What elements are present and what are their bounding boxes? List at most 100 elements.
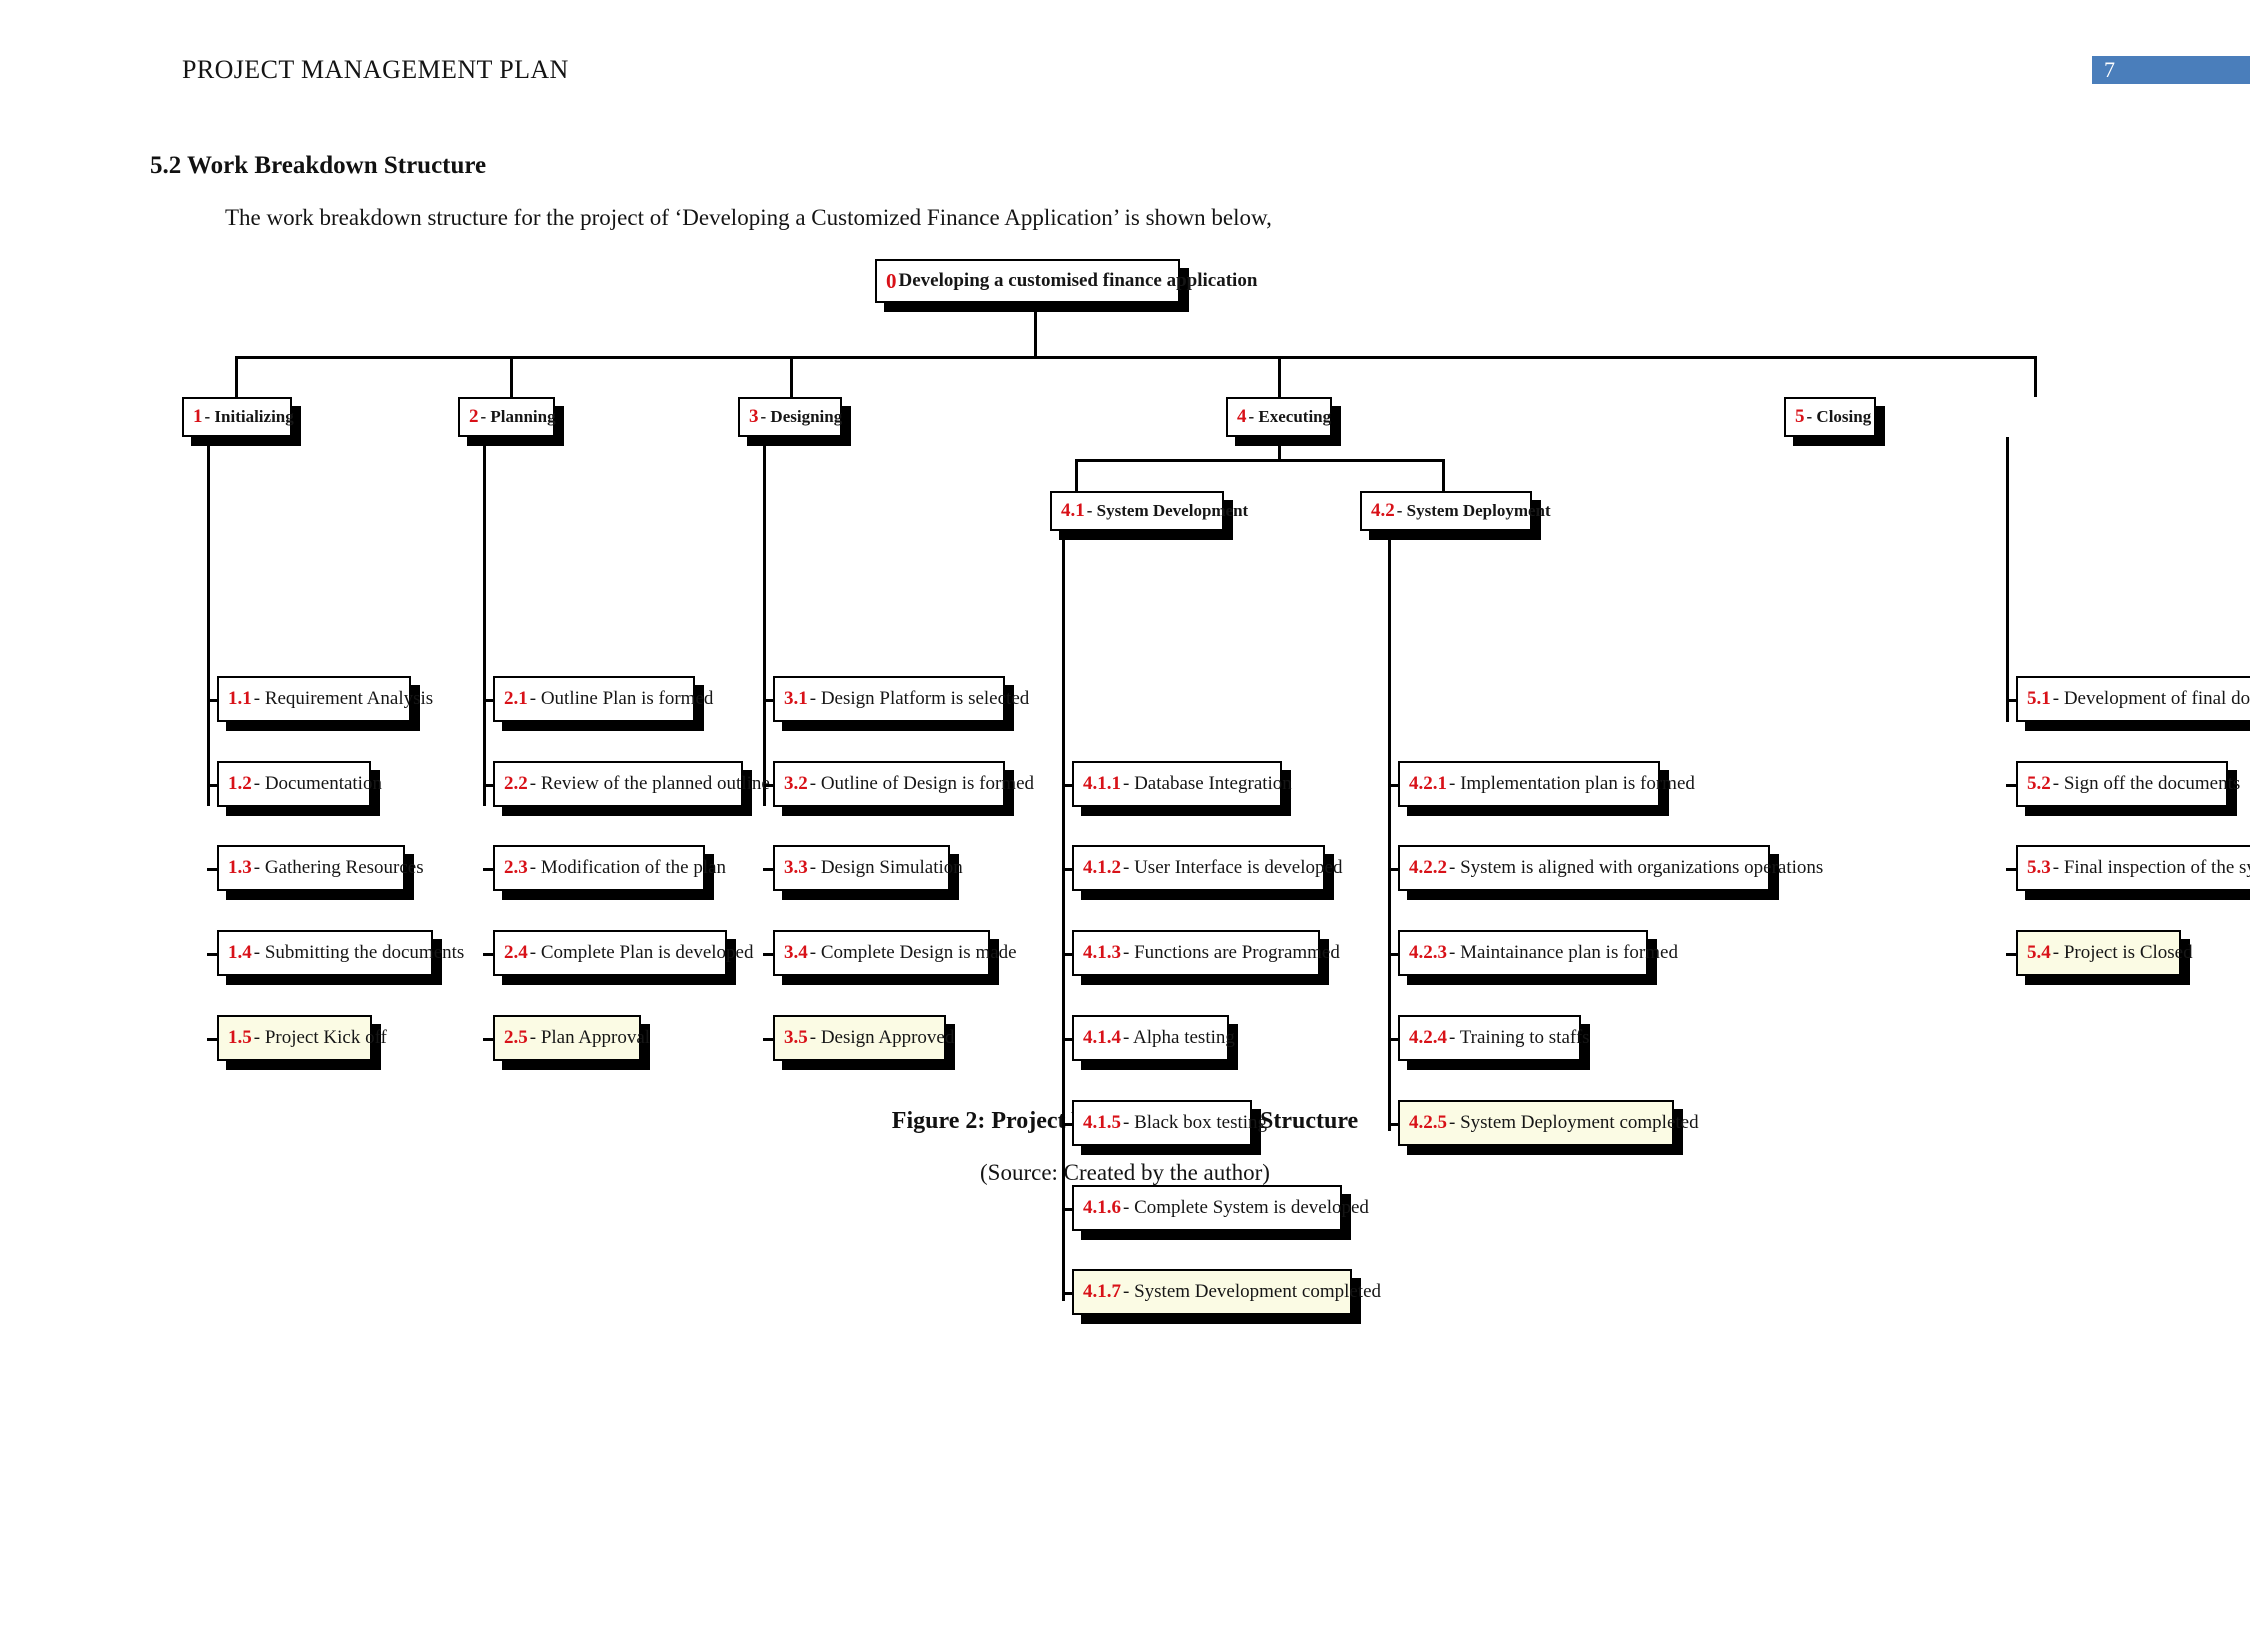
wbs-node-label: - Requirement Analysis [253, 688, 434, 709]
wbs-node-id: 4.2 [1371, 500, 1395, 521]
wbs-node-label: - Design Simulation [809, 857, 963, 878]
wbs-node-id: 4.1.2 [1083, 857, 1121, 878]
wbs-node-5-2[interactable]: 5.2 - Sign off the documents [2016, 761, 2240, 807]
wbs-node-label: - Outline Plan is formed [529, 688, 714, 709]
document-header: PROJECT MANAGEMENT PLAN 7 [0, 0, 2250, 110]
wbs-node-1-3[interactable]: 1.3 - Gathering Resources [217, 845, 424, 891]
wbs-node-3-5[interactable]: 3.5 - Design Approved [773, 1015, 954, 1061]
wbs-node-id: 4.2.1 [1409, 773, 1447, 794]
wbs-node-id: 4.1.1 [1083, 773, 1121, 794]
wbs-node-2-3[interactable]: 2.3 - Modification of the plan [493, 845, 726, 891]
wbs-node-label: - System Deployment [1396, 501, 1551, 520]
wbs-node-label: - Documentation [253, 773, 382, 794]
wbs-node-4-1[interactable]: 4.1 - System Development [1050, 491, 1248, 531]
wbs-node-4-1-2[interactable]: 4.1.2 - User Interface is developed [1072, 845, 1342, 891]
wbs-node-3-1[interactable]: 3.1 - Design Platform is selected [773, 676, 1029, 722]
wbs-node-id: 4.2.5 [1409, 1112, 1447, 1133]
wbs-node-5-closing[interactable]: 5 - Closing [1784, 397, 1876, 437]
wbs-node-id: 3.2 [784, 773, 808, 794]
wbs-node-root[interactable]: 0 Developing a customised finance applic… [875, 259, 1257, 303]
wbs-node-id: 5.3 [2027, 857, 2051, 878]
wbs-node-1-initializing[interactable]: 1 - Initializing [182, 397, 294, 437]
connector-spine-41 [1062, 531, 1065, 1301]
connector-drop-3 [790, 356, 793, 397]
wbs-node-4-2-1[interactable]: 4.2.1 - Implementation plan is formed [1398, 761, 1695, 807]
wbs-node-label: - Design Platform is selected [809, 688, 1030, 709]
wbs-node-id: 4 [1237, 406, 1247, 427]
wbs-node-5-4[interactable]: 5.4 - Project is Closed [2016, 930, 2193, 976]
wbs-node-4-1-3[interactable]: 4.1.3 - Functions are Programmed [1072, 930, 1340, 976]
wbs-node-2-4[interactable]: 2.4 - Complete Plan is developed [493, 930, 753, 976]
wbs-node-4-1-1[interactable]: 4.1.1 - Database Integration [1072, 761, 1292, 807]
wbs-node-id: 0 [886, 268, 897, 293]
wbs-node-4-2[interactable]: 4.2 - System Deployment [1360, 491, 1551, 531]
wbs-node-5-3[interactable]: 5.3 - Final inspection of the system [2016, 845, 2250, 891]
connector-spine-42 [1388, 531, 1391, 1131]
wbs-node-3-designing[interactable]: 3 - Designing [738, 397, 842, 437]
wbs-node-3-2[interactable]: 3.2 - Outline of Design is formed [773, 761, 1034, 807]
wbs-node-4-1-6[interactable]: 4.1.6 - Complete System is developed [1072, 1185, 1369, 1231]
wbs-node-id: 2.1 [504, 688, 528, 709]
wbs-node-id: 2 [469, 406, 479, 427]
wbs-node-2-5[interactable]: 2.5 - Plan Approval [493, 1015, 650, 1061]
wbs-node-label: - Closing [1806, 407, 1872, 426]
wbs-node-1-1[interactable]: 1.1 - Requirement Analysis [217, 676, 433, 722]
wbs-node-label: - Training to staffs [1449, 1027, 1590, 1048]
wbs-node-4-2-3[interactable]: 4.2.3 - Maintainance plan is formed [1398, 930, 1678, 976]
wbs-node-id: 3.5 [784, 1027, 808, 1048]
wbs-node-id: 5.4 [2027, 942, 2051, 963]
wbs-node-label: - System Development completed [1123, 1281, 1382, 1302]
wbs-node-id: 2.2 [504, 773, 528, 794]
wbs-node-1-5[interactable]: 1.5 - Project Kick off [217, 1015, 387, 1061]
wbs-node-2-planning[interactable]: 2 - Planning [458, 397, 556, 437]
wbs-node-id: 4.1.3 [1083, 942, 1121, 963]
wbs-node-4-executing[interactable]: 4 - Executing [1226, 397, 1332, 437]
wbs-node-label: - User Interface is developed [1123, 857, 1343, 878]
wbs-node-label: - Designing [760, 407, 843, 426]
wbs-node-id: 4.2.4 [1409, 1027, 1447, 1048]
wbs-node-id: 4.1 [1061, 500, 1085, 521]
wbs-node-id: 2.5 [504, 1027, 528, 1048]
wbs-node-id: 1.3 [228, 857, 252, 878]
figure-source: (Source: Created by the author) [980, 1160, 1270, 1185]
wbs-node-4-2-2[interactable]: 4.2.2 - System is aligned with organizat… [1398, 845, 1823, 891]
wbs-node-label: - Implementation plan is formed [1449, 773, 1695, 794]
wbs-node-4-2-4[interactable]: 4.2.4 - Training to staffs [1398, 1015, 1590, 1061]
connector-drop-5 [2034, 356, 2037, 397]
wbs-node-4-1-4[interactable]: 4.1.4 - Alpha testing [1072, 1015, 1235, 1061]
wbs-node-id: 4.2.2 [1409, 857, 1447, 878]
document-header-title: PROJECT MANAGEMENT PLAN [182, 55, 569, 84]
wbs-node-1-2[interactable]: 1.2 - Documentation [217, 761, 382, 807]
connector-spine-1 [207, 437, 210, 806]
wbs-node-label: - Functions are Programmed [1123, 942, 1340, 963]
connector-drop-4 [1278, 356, 1281, 397]
wbs-node-label: - Plan Approval [529, 1027, 651, 1048]
wbs-node-2-1[interactable]: 2.1 - Outline Plan is formed [493, 676, 713, 722]
wbs-node-2-2[interactable]: 2.2 - Review of the planned outline [493, 761, 770, 807]
wbs-node-id: 3.3 [784, 857, 808, 878]
wbs-node-4-1-5[interactable]: 4.1.5 - Black box testing [1072, 1100, 1267, 1146]
wbs-node-3-3[interactable]: 3.3 - Design Simulation [773, 845, 963, 891]
wbs-node-id: 1.5 [228, 1027, 252, 1048]
wbs-node-label: Developing a customised finance applicat… [898, 270, 1258, 291]
connector-root-stem [1034, 302, 1037, 358]
connector-executing-bus [1075, 459, 1445, 462]
wbs-node-label: - Design Approved [809, 1027, 955, 1048]
wbs-node-label: - Outline of Design is formed [809, 773, 1035, 794]
wbs-node-label: - Development of final documents [2052, 688, 2250, 709]
wbs-node-id: 1.1 [228, 688, 252, 709]
wbs-node-id: 4.1.7 [1083, 1281, 1121, 1302]
wbs-node-label: - Complete Plan is developed [529, 942, 754, 963]
connector-drop-41 [1075, 459, 1078, 491]
connector-drop-42 [1442, 459, 1445, 491]
wbs-node-3-4[interactable]: 3.4 - Complete Design is made [773, 930, 1017, 976]
connector-drop-1 [235, 356, 238, 397]
section-heading: 5.2 Work Breakdown Structure [150, 152, 487, 179]
wbs-node-4-1-7[interactable]: 4.1.7 - System Development completed [1072, 1269, 1381, 1315]
wbs-node-label: - Complete System is developed [1123, 1197, 1369, 1218]
wbs-node-label: - Sign off the documents [2052, 773, 2241, 794]
wbs-node-4-2-5[interactable]: 4.2.5 - System Deployment completed [1398, 1100, 1699, 1146]
wbs-node-id: 3.1 [784, 688, 808, 709]
wbs-node-1-4[interactable]: 1.4 - Submitting the documents [217, 930, 464, 976]
wbs-node-5-1[interactable]: 5.1 - Development of final documents [2016, 676, 2250, 722]
